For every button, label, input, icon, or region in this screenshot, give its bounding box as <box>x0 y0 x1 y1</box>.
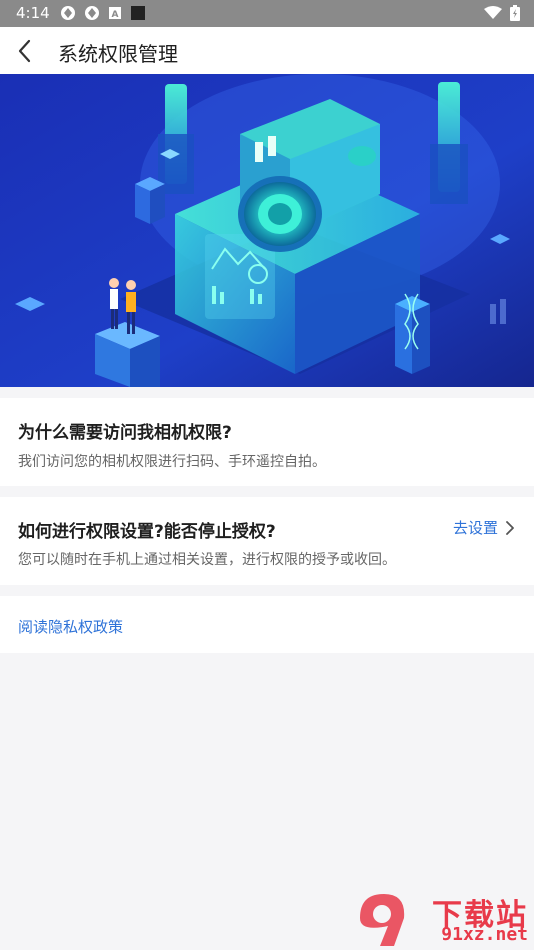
privacy-policy-link[interactable]: 阅读隐私权政策 <box>18 616 123 637</box>
watermark-logo-icon <box>360 894 405 946</box>
back-button[interactable] <box>10 35 42 67</box>
section-description: 我们访问您的相机权限进行扫码、手环遥控自拍。 <box>18 454 326 470</box>
section-title: 如何进行权限设置?能否停止授权? <box>18 522 276 542</box>
status-bar: 4:14 A <box>0 0 534 27</box>
permission-settings-card: 如何进行权限设置?能否停止授权? 去设置 您可以随时在手机上通过相关设置，进行权… <box>0 497 534 585</box>
svg-text:A: A <box>112 10 119 20</box>
square-notification-icon <box>131 6 145 20</box>
camera-illustration <box>0 74 534 387</box>
app-bar: 系统权限管理 <box>0 27 534 74</box>
go-settings-label: 去设置 <box>452 519 498 537</box>
wifi-icon <box>484 6 502 19</box>
site-watermark: 下载站 91xz.net <box>354 888 534 950</box>
camera-permission-reason-card: 为什么需要访问我相机权限? 我们访问您的相机权限进行扫码、手环遥控自拍。 <box>0 398 534 486</box>
page-title: 系统权限管理 <box>58 42 178 66</box>
battery-icon <box>510 5 520 21</box>
watermark-text-bottom: 91xz.net <box>441 924 528 945</box>
go-settings-link[interactable]: 去设置 <box>453 517 516 538</box>
hero-banner <box>0 74 534 387</box>
section-title: 为什么需要访问我相机权限? <box>18 423 232 443</box>
screen: 4:14 A 系统权限管理 为什么需要访问我相机权限? 我们访问您的相机权限进行… <box>0 0 534 950</box>
back-arrow-icon <box>18 39 31 63</box>
status-time: 4:14 <box>16 4 50 22</box>
a-notification-icon: A <box>109 7 121 20</box>
chevron-right-icon <box>506 520 514 535</box>
app-notification-icon <box>85 6 99 20</box>
notification-icons: A <box>60 5 146 21</box>
system-status-icons <box>484 5 520 21</box>
app-notification-icon <box>61 6 75 20</box>
section-description: 您可以随时在手机上通过相关设置，进行权限的授予或收回。 <box>18 552 396 568</box>
privacy-policy-card: 阅读隐私权政策 <box>0 596 534 653</box>
